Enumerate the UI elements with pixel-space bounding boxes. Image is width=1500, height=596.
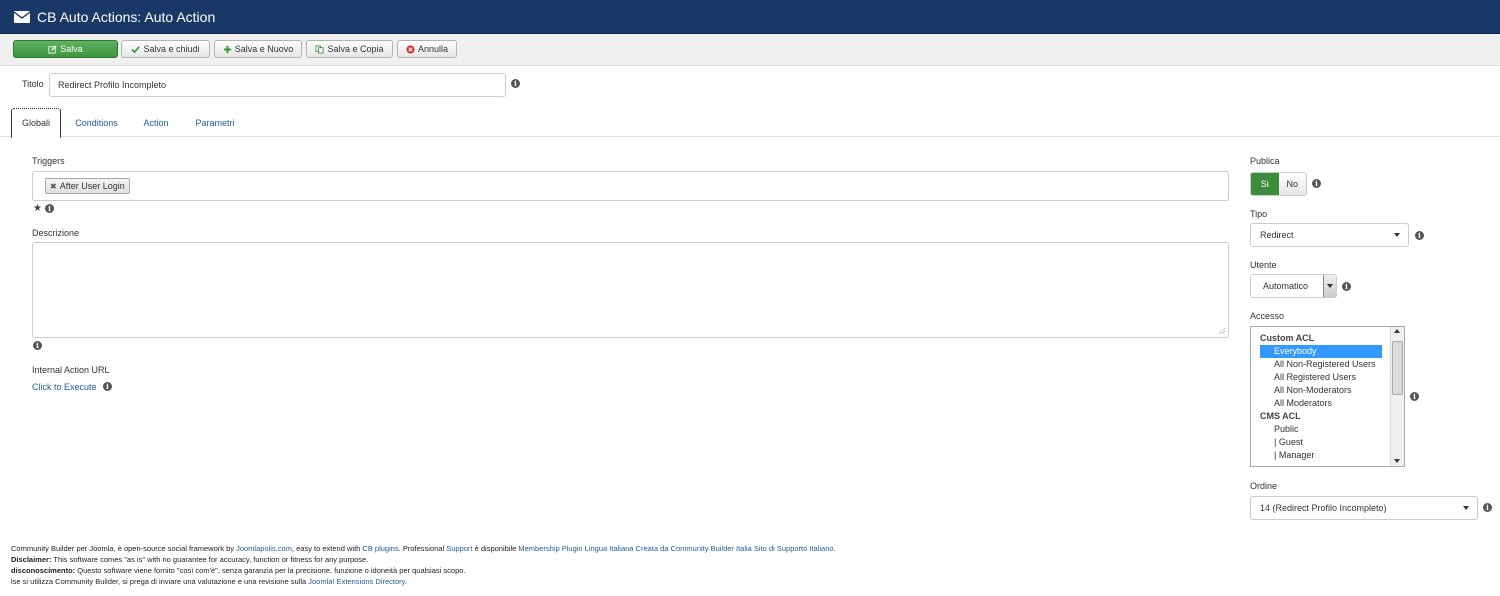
- list-group: Custom ACL: [1260, 333, 1315, 343]
- internal-url-label: Internal Action URL: [32, 365, 110, 375]
- save-copy-button[interactable]: Salva e Copia: [306, 40, 393, 58]
- publish-label: Publica: [1250, 156, 1280, 166]
- tab-globali[interactable]: Globali: [11, 108, 61, 138]
- tab-action[interactable]: Action: [136, 108, 176, 137]
- scroll-thumb[interactable]: [1392, 341, 1403, 395]
- info-icon: i: [1342, 282, 1351, 291]
- list-item[interactable]: | Guest: [1260, 436, 1382, 449]
- access-label: Accesso: [1250, 311, 1285, 321]
- triggers-input[interactable]: ✖ After User Login: [32, 171, 1229, 201]
- edit-icon: [48, 44, 57, 54]
- type-select[interactable]: Redirect: [1250, 223, 1409, 247]
- footer-line-2: Disclaimer: This software comes "as is" …: [11, 555, 369, 564]
- list-item[interactable]: Everybody: [1260, 345, 1382, 358]
- check-icon: [131, 45, 141, 53]
- tab-parametri[interactable]: Parametri: [187, 108, 243, 137]
- membership-link[interactable]: Membership Plugin Lingua Italiana Creata…: [518, 544, 835, 553]
- type-label: Tipo: [1250, 209, 1268, 219]
- list-item[interactable]: All Non-Registered Users: [1260, 358, 1382, 371]
- scroll-up-icon[interactable]: [1394, 329, 1400, 333]
- info-icon: i: [1415, 231, 1424, 240]
- title-label: Titolo: [22, 79, 44, 89]
- chevron-down-icon: [1463, 506, 1469, 510]
- joomlapolis-link[interactable]: Joomlapolis.com: [236, 544, 292, 553]
- list-item[interactable]: | Manager: [1260, 449, 1382, 462]
- list-item[interactable]: All Moderators: [1260, 397, 1382, 410]
- info-icon: i: [45, 204, 54, 213]
- list-item[interactable]: All Non-Moderators: [1260, 384, 1382, 397]
- user-select[interactable]: Automatico: [1250, 274, 1337, 298]
- publish-toggle[interactable]: Si No: [1250, 172, 1307, 196]
- cancel-icon: [406, 44, 415, 54]
- page-header: CB Auto Actions: Auto Action: [0, 0, 1500, 34]
- footer-line-1: Community Builder per Joomla, è open-sou…: [11, 544, 836, 553]
- trigger-chip[interactable]: ✖ After User Login: [45, 178, 130, 194]
- order-label: Ordine: [1250, 481, 1278, 491]
- page-title: CB Auto Actions: Auto Action: [37, 8, 216, 25]
- footer: Community Builder per Joomla, è open-sou…: [11, 543, 1111, 587]
- tab-conditions[interactable]: Conditions: [68, 108, 125, 137]
- execute-link[interactable]: Click to Execute: [32, 382, 97, 392]
- info-icon: i: [1410, 392, 1419, 401]
- cb-plugins-link[interactable]: CB plugins: [362, 544, 398, 553]
- tab-bar: Globali Conditions Action Parametri: [0, 108, 1500, 138]
- info-icon: i: [103, 382, 112, 391]
- info-icon: i: [33, 341, 42, 350]
- save-new-button[interactable]: Salva e Nuovo: [214, 40, 302, 58]
- order-select[interactable]: 14 (Redirect Profilo Incompleto): [1250, 496, 1478, 520]
- triggers-label: Triggers: [32, 156, 65, 166]
- remove-icon[interactable]: ✖: [50, 182, 57, 191]
- cancel-button[interactable]: Annulla: [397, 40, 457, 58]
- star-icon: ★: [33, 203, 42, 214]
- chevron-down-icon: [1327, 284, 1333, 288]
- description-label: Descrizione: [32, 228, 80, 238]
- dropdown-button[interactable]: [1323, 275, 1336, 297]
- scroll-down-icon[interactable]: [1394, 459, 1400, 463]
- title-input[interactable]: Redirect Profilo Incompleto: [49, 73, 506, 97]
- user-label: Utente: [1250, 260, 1277, 270]
- list-item[interactable]: All Registered Users: [1260, 371, 1382, 384]
- save-close-button[interactable]: Salva e chiudi: [121, 40, 210, 58]
- publish-yes-button[interactable]: Si: [1251, 173, 1279, 195]
- list-group: CMS ACL: [1260, 411, 1301, 421]
- resize-handle-icon[interactable]: [1218, 327, 1226, 335]
- toolbar: Salva Salva e chiudi Salva e Nuovo Salva…: [0, 34, 1500, 66]
- envelope-icon: [14, 10, 30, 23]
- plus-icon: [223, 45, 231, 53]
- copy-icon: [315, 44, 325, 54]
- list-item[interactable]: Public: [1260, 423, 1382, 436]
- publish-no-button[interactable]: No: [1278, 173, 1306, 195]
- support-link[interactable]: Support: [446, 544, 472, 553]
- description-textarea[interactable]: [32, 242, 1229, 338]
- info-icon: i: [511, 79, 520, 88]
- footer-line-3: disconoscimento: Questo software viene f…: [11, 566, 466, 575]
- chevron-down-icon: [1394, 233, 1400, 237]
- access-listbox[interactable]: Custom ACL Everybody All Non-Registered …: [1250, 326, 1405, 467]
- footer-line-4: lse si utilizza Community Builder, si pr…: [11, 577, 407, 586]
- scrollbar[interactable]: [1390, 327, 1404, 466]
- save-button[interactable]: Salva: [13, 40, 118, 58]
- info-icon: i: [1483, 503, 1492, 512]
- jed-link[interactable]: Joomla! Extensions Directory: [308, 577, 405, 586]
- info-icon: i: [1312, 179, 1321, 188]
